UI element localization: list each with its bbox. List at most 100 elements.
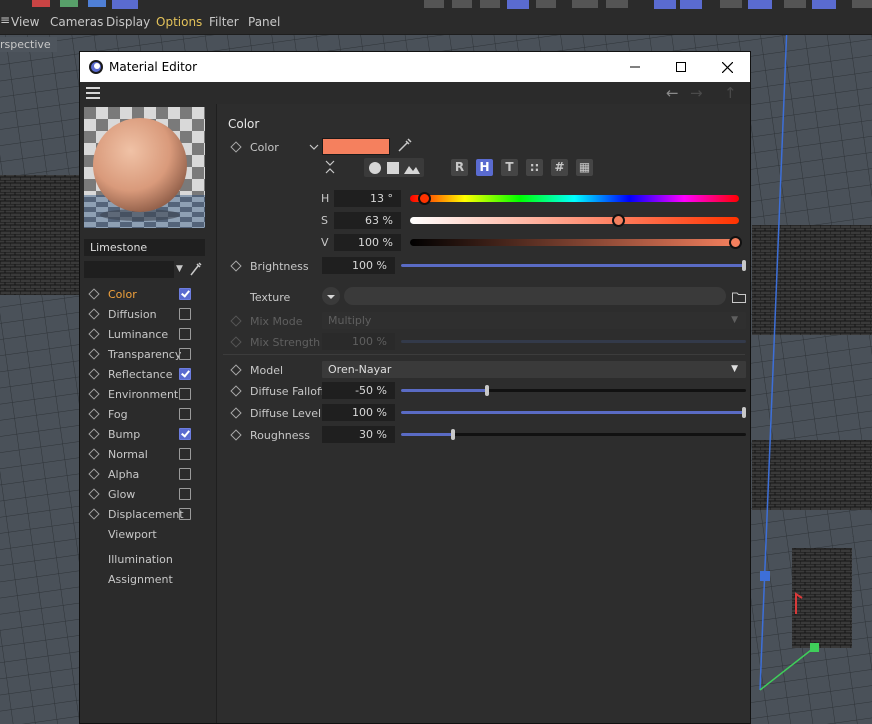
channel-checkbox[interactable]	[179, 408, 191, 420]
value-field[interactable]: 100 %	[334, 234, 401, 251]
hue-slider-knob[interactable]	[418, 192, 432, 205]
minimize-button[interactable]	[612, 52, 658, 82]
roughness-field[interactable]: 30 %	[322, 426, 395, 443]
channel-alpha[interactable]: Alpha	[80, 465, 216, 485]
hex-mode-button[interactable]: #	[551, 159, 568, 176]
hsv-mode-button[interactable]: H	[476, 159, 493, 176]
channel-checkbox[interactable]	[179, 328, 191, 340]
channel-fog[interactable]: Fog	[80, 405, 216, 425]
menu-panel[interactable]: Panel	[248, 15, 280, 29]
saturation-slider-knob[interactable]	[612, 214, 626, 227]
channel-color[interactable]: Color	[80, 285, 216, 305]
channel-environment[interactable]: Environment	[80, 385, 216, 405]
value-slider[interactable]	[410, 236, 742, 249]
channel-checkbox[interactable]	[179, 348, 191, 360]
channel-checkbox[interactable]	[179, 388, 191, 400]
channel-checkbox[interactable]	[179, 448, 191, 460]
channel-checkbox[interactable]	[179, 508, 191, 520]
channel-illumination[interactable]: Illumination	[80, 550, 216, 570]
keyframe-diamond-icon[interactable]	[88, 328, 100, 340]
diffuse-level-field[interactable]: 100 %	[322, 404, 395, 421]
channel-checkbox[interactable]	[179, 468, 191, 480]
menu-options[interactable]: Options	[156, 15, 202, 29]
diffuse-falloff-slider-knob[interactable]	[485, 385, 490, 396]
keyframe-diamond-icon[interactable]	[88, 428, 100, 440]
keyframe-diamond-icon[interactable]	[88, 348, 100, 360]
maximize-button[interactable]	[658, 52, 704, 82]
keyframe-diamond-icon[interactable]	[88, 508, 100, 520]
diffuse-level-slider[interactable]	[401, 407, 746, 418]
diffuse-falloff-slider[interactable]	[401, 385, 746, 396]
channel-assignment[interactable]: Assignment	[80, 570, 216, 590]
channel-checkbox[interactable]	[179, 288, 191, 300]
channel-checkbox[interactable]	[179, 428, 191, 440]
diffuse-falloff-field[interactable]: -50 %	[322, 382, 395, 399]
color-swatch[interactable]	[322, 138, 390, 155]
image-picker-icon[interactable]	[404, 161, 420, 175]
channel-checkbox[interactable]	[179, 488, 191, 500]
roughness-slider-knob[interactable]	[450, 429, 455, 440]
chevron-down-icon[interactable]: ▼	[176, 264, 183, 274]
spectrum-square-icon[interactable]	[386, 161, 400, 175]
keyframe-diamond-icon[interactable]	[88, 448, 100, 460]
eyedropper-icon[interactable]	[189, 261, 203, 277]
brightness-slider[interactable]	[401, 260, 746, 271]
menu-view[interactable]: View	[11, 15, 39, 29]
texture-path-field[interactable]	[344, 287, 726, 305]
value-slider-knob[interactable]	[729, 236, 742, 249]
hamburger-menu-icon[interactable]	[86, 87, 100, 99]
keyframe-diamond-icon[interactable]	[88, 468, 100, 480]
channel-reflectance[interactable]: Reflectance	[80, 365, 216, 385]
hue-field[interactable]: 13 °	[334, 190, 401, 207]
back-arrow-icon[interactable]: ←	[666, 84, 679, 102]
saturation-field[interactable]: 63 %	[334, 212, 401, 229]
keyframe-diamond-icon[interactable]	[88, 408, 100, 420]
brightness-slider-knob[interactable]	[742, 260, 746, 271]
channel-normal[interactable]: Normal	[80, 445, 216, 465]
channel-checkbox[interactable]	[179, 368, 191, 380]
channel-glow[interactable]: Glow	[80, 485, 216, 505]
mixer-mode-button[interactable]: ::	[526, 159, 543, 176]
viewport-tool-icons[interactable]	[0, 0, 872, 10]
menu-icon[interactable]: ≡	[0, 13, 10, 27]
keyframe-diamond-icon[interactable]	[230, 364, 242, 376]
channel-diffusion[interactable]: Diffusion	[80, 305, 216, 325]
window-titlebar[interactable]: Material Editor	[80, 52, 750, 82]
channel-luminance[interactable]: Luminance	[80, 325, 216, 345]
swatches-mode-button[interactable]: ▦	[576, 159, 593, 176]
keyframe-diamond-icon[interactable]	[230, 260, 242, 272]
keyframe-diamond-icon[interactable]	[88, 308, 100, 320]
close-button[interactable]	[704, 52, 750, 82]
brightness-field[interactable]: 100 %	[322, 257, 395, 274]
menu-cameras[interactable]: Cameras	[50, 15, 103, 29]
model-dropdown[interactable]: Oren-Nayar ▼	[322, 361, 746, 378]
diffuse-level-slider-knob[interactable]	[742, 407, 746, 418]
channel-viewport[interactable]: Viewport	[80, 525, 216, 545]
chevron-down-icon[interactable]	[309, 142, 319, 152]
material-combo[interactable]	[84, 261, 174, 278]
circle-wheel-icon[interactable]	[368, 161, 382, 175]
keyframe-diamond-icon[interactable]	[88, 288, 100, 300]
keyframe-diamond-icon[interactable]	[88, 488, 100, 500]
channel-transparency[interactable]: Transparency	[80, 345, 216, 365]
roughness-slider[interactable]	[401, 429, 746, 440]
expand-collapse-icon[interactable]	[325, 158, 335, 176]
keyframe-diamond-icon[interactable]	[230, 429, 242, 441]
material-name-field[interactable]: Limestone	[84, 239, 205, 256]
keyframe-diamond-icon[interactable]	[88, 388, 100, 400]
channel-bump[interactable]: Bump	[80, 425, 216, 445]
up-arrow-icon[interactable]: ↑	[724, 84, 737, 102]
rgb-mode-button[interactable]: R	[451, 159, 468, 176]
channel-checkbox[interactable]	[179, 308, 191, 320]
folder-icon[interactable]	[732, 291, 746, 303]
saturation-slider[interactable]	[410, 214, 739, 227]
keyframe-diamond-icon[interactable]	[230, 141, 242, 153]
keyframe-diamond-icon[interactable]	[230, 407, 242, 419]
forward-arrow-icon[interactable]: →	[690, 84, 703, 102]
eyedropper-icon[interactable]	[397, 137, 413, 153]
hue-slider[interactable]	[410, 192, 739, 205]
keyframe-diamond-icon[interactable]	[88, 368, 100, 380]
menu-display[interactable]: Display	[106, 15, 150, 29]
temperature-mode-button[interactable]: T	[501, 159, 518, 176]
texture-menu-button[interactable]	[322, 287, 340, 305]
